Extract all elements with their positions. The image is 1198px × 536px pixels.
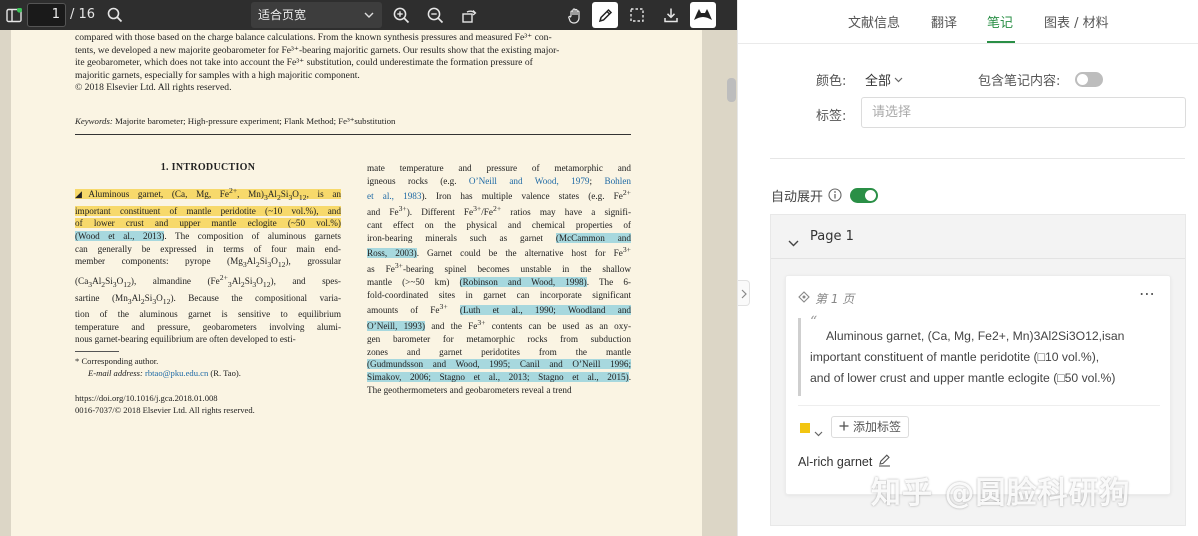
tag-select[interactable]: 请选择: [861, 97, 1186, 128]
sidebar-toggle-button[interactable]: [4, 0, 24, 30]
footnote-author: * Corresponding author.: [75, 356, 159, 366]
footnote-rule: [75, 351, 119, 352]
zoom-out-icon: [427, 7, 444, 24]
page-group-title: Page 1: [810, 229, 854, 244]
doi-link[interactable]: https://doi.org/10.1016/j.gca.2018.01.00…: [75, 393, 218, 404]
panel-tabs: 文献信息 翻译 笔记 图表 / 材料: [737, 0, 1198, 44]
quote-line: important constituent of mantle peridoti…: [810, 350, 1100, 364]
pen-icon: [598, 8, 613, 23]
collapse-panel-button[interactable]: [738, 280, 750, 306]
note-quote: Aluminous garnet, (Ca, Mg, Fe2+, Mn)3Al2…: [810, 326, 1160, 389]
include-note-toggle[interactable]: [1075, 72, 1103, 87]
auto-expand-label: 自动展开: [771, 190, 824, 205]
color-filter-value: 全部: [865, 74, 892, 89]
abstract-line: compared with those based on the charge …: [75, 32, 552, 43]
add-tag-button[interactable]: 添加标签: [831, 416, 910, 438]
chevron-down-icon: [894, 72, 903, 87]
quote-line: and of lower crust and upper mantle eclo…: [810, 371, 1116, 385]
zoom-mode-label: 适合页宽: [258, 8, 307, 22]
issn-line: 0016-7037/© 2018 Elsevier Ltd. All right…: [75, 405, 255, 415]
search-icon: [107, 7, 123, 23]
note-card[interactable]: 第 1 页 ⋯ “ Aluminous garnet, (Ca, Mg, Fe2…: [785, 275, 1171, 495]
email-suffix: (R. Tao).: [210, 368, 241, 378]
abstract-line: ite geobarometer, which does not take in…: [75, 57, 533, 68]
divider: [798, 405, 1160, 406]
email-label: E-mail address:: [88, 368, 143, 378]
rotate-icon: [461, 7, 478, 24]
color-filter-dropdown[interactable]: 全部: [865, 70, 903, 89]
cat-icon: [693, 8, 713, 22]
divider: [75, 134, 631, 135]
tab-translate[interactable]: 翻译: [931, 12, 957, 31]
auto-expand-toggle[interactable]: [850, 188, 878, 203]
pen-tool-button[interactable]: [592, 2, 618, 28]
note-page-ref: 第 1 页: [815, 292, 855, 306]
keywords-text: Majorite barometer; High-pressure experi…: [115, 116, 396, 126]
column-left: ◢Aluminous garnet, (Ca, Mg, Fe2+, Mn)3Al…: [75, 186, 342, 345]
include-note-label: 包含笔记内容:: [978, 74, 1061, 89]
zoom-out-button[interactable]: [424, 0, 446, 30]
quote-bar: [798, 318, 801, 396]
keywords-label: Keywords:: [75, 116, 113, 126]
hand-tool-button[interactable]: [564, 0, 586, 30]
tab-notes[interactable]: 笔记: [987, 12, 1013, 31]
chevron-down-icon[interactable]: [814, 422, 823, 441]
pdf-page-next: [11, 513, 702, 536]
divider: [770, 158, 1185, 159]
watermark: 知乎 @圆脸科研狗: [871, 476, 1131, 511]
hand-icon: [567, 7, 584, 24]
email-link[interactable]: rbtao@pku.edu.cn: [145, 368, 208, 378]
chevron-down-icon: [364, 2, 374, 28]
zoom-mode-select[interactable]: 适合页宽: [251, 2, 382, 28]
quote-line: Aluminous garnet, (Ca, Mg, Fe2+, Mn)3Al2…: [826, 329, 1125, 343]
download-button[interactable]: [660, 0, 682, 30]
info-icon[interactable]: [828, 187, 842, 206]
pane-divider: [737, 0, 738, 536]
active-tab-indicator: [987, 41, 1015, 43]
more-options-icon[interactable]: ⋯: [1139, 284, 1156, 303]
search-button[interactable]: [104, 0, 126, 30]
notes-panel: 文献信息 翻译 笔记 图表 / 材料 颜色: 全部 包含笔记内容: 标签: 请选…: [737, 0, 1198, 536]
page-total: / 16: [70, 7, 96, 22]
note-text-value: Al-rich garnet: [798, 455, 873, 469]
tab-paper-info[interactable]: 文献信息: [848, 12, 900, 31]
reading-mode-button[interactable]: [690, 2, 716, 28]
color-label: 颜色:: [816, 74, 847, 89]
chevron-down-icon: [788, 232, 799, 251]
area-select-button[interactable]: [626, 0, 648, 30]
tab-figures[interactable]: 图表 / 材料: [1044, 12, 1109, 31]
rotate-button[interactable]: [458, 0, 480, 30]
sidebar-icon: [6, 7, 22, 23]
highlight-color-swatch[interactable]: [800, 423, 810, 433]
location-icon: [798, 291, 810, 306]
page-group-header[interactable]: Page 1: [771, 215, 1185, 259]
section-title: 1. INTRODUCTION: [160, 162, 256, 173]
column-right: mate temperature and pressure of metamor…: [367, 163, 632, 395]
abstract-line: tents, we developed a new majorite geoba…: [75, 44, 560, 56]
add-tag-label: 添加标签: [853, 420, 902, 434]
page-number-input[interactable]: 1: [27, 3, 66, 27]
keywords: Keywords: Majorite barometer; High-press…: [75, 116, 395, 127]
download-icon: [663, 7, 679, 23]
copyright-line: © 2018 Elsevier Ltd. All rights reserved…: [75, 82, 232, 93]
abstract-line: majoritic garnets, especially for sample…: [75, 69, 360, 81]
zoom-in-button[interactable]: [390, 0, 412, 30]
tag-label: 标签:: [816, 109, 847, 124]
note-page-link[interactable]: 第 1 页: [798, 290, 854, 307]
select-icon: [629, 7, 645, 23]
chevron-right-icon: [741, 284, 747, 303]
plus-icon: [839, 417, 849, 437]
zoom-in-icon: [393, 7, 410, 24]
scrollbar-thumb[interactable]: [727, 78, 736, 102]
pdf-toolbar: 1 / 16 适合页宽: [0, 0, 737, 30]
footnote-email: E-mail address: rbtao@pku.edu.cn (R. Tao…: [88, 368, 241, 379]
